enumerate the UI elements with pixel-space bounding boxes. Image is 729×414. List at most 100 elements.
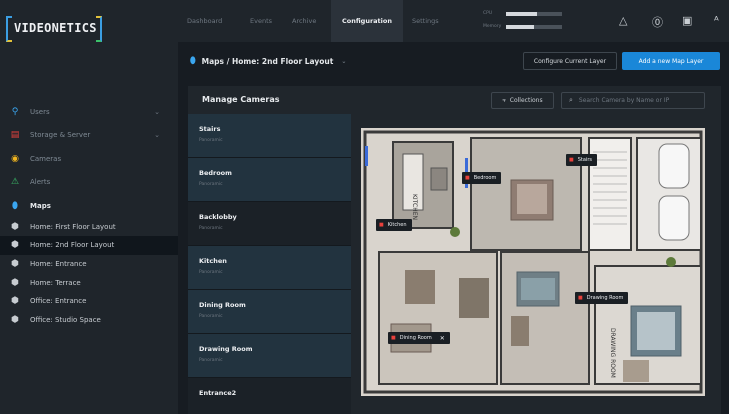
collections-label: Collections: [509, 97, 543, 104]
camera-list: Stairs Panoramic Bedroom Panoramic Backl…: [188, 114, 351, 414]
close-icon[interactable]: ✕: [440, 335, 445, 342]
app-window: VIDEONETICS ⚲ Users ⌄ ▤ Storage & Server…: [0, 0, 729, 414]
filter-icon: ⫧: [502, 96, 506, 104]
map-camera-tag-label: Dining Room: [399, 335, 432, 341]
add-map-layer-button[interactable]: Add a new Map Layer: [622, 52, 720, 70]
sidebar-item-label: Alerts: [30, 178, 51, 187]
top-navigation: Dashboard Events Archive Configuration S…: [178, 0, 729, 42]
manage-cameras-panel: Manage Cameras ⫧ Collections ⌕ Stairs Pa…: [188, 86, 721, 414]
camera-status: Panoramic: [199, 226, 223, 231]
camera-list-item[interactable]: Stairs Panoramic: [188, 114, 351, 158]
map-camera-tag-bedroom[interactable]: ■ Bedroom: [462, 172, 502, 184]
sidebar-item-users[interactable]: ⚲ Users ⌄: [0, 100, 178, 124]
map-pin-icon: ⬮: [12, 200, 18, 211]
map-camera-tag-label: Kitchen: [387, 222, 407, 228]
map-camera-tag-drawing-room[interactable]: ■ Drawing Room: [575, 292, 629, 304]
camera-status: Panoramic: [199, 182, 223, 187]
camera-name: Backlobby: [199, 213, 237, 221]
layers-icon: ⬢: [11, 221, 19, 232]
camera-status: Panoramic: [199, 314, 223, 319]
sidebar-layout-item[interactable]: ⬢ Home: Terrace: [0, 273, 178, 292]
map-camera-tag-label: Drawing Room: [586, 295, 624, 301]
sidebar-item-storage-server[interactable]: ▤ Storage & Server ⌄: [0, 124, 178, 148]
map-camera-tag-label: Stairs: [577, 157, 592, 163]
breadcrumb[interactable]: ⬮ Maps / Home: 2nd Floor Layout ⌄: [190, 56, 346, 66]
floor-plan-drawing: KITCHEN DRAWING ROOM: [361, 128, 705, 396]
collections-button[interactable]: ⫧ Collections: [491, 92, 554, 109]
map-camera-tag-label: Bedroom: [473, 175, 497, 181]
camera-list-item[interactable]: Drawing Room Panoramic: [188, 334, 351, 378]
bell-icon: ⚠: [10, 177, 20, 188]
tab-events[interactable]: Events: [250, 0, 272, 42]
sidebar-item-label: Home: First Floor Layout: [30, 222, 116, 231]
layers-icon: ⬢: [11, 240, 19, 251]
camera-list-item[interactable]: Bedroom Panoramic: [188, 158, 351, 202]
configure-layer-button[interactable]: Configure Current Layer: [523, 52, 617, 70]
sidebar-item-label: Cameras: [30, 154, 62, 163]
sidebar-item-maps[interactable]: ⬮ Maps: [0, 194, 178, 218]
map-camera-tag-dining-room[interactable]: ■ Dining Room ✕: [388, 332, 450, 344]
camera-marker-icon: ■: [465, 175, 470, 181]
camera-status: Panoramic: [199, 270, 223, 275]
chat-icon[interactable]: ▣: [682, 14, 692, 27]
warning-icon[interactable]: △: [619, 14, 627, 27]
camera-marker-icon: ■: [379, 222, 384, 228]
chevron-down-icon: ⌄: [154, 131, 160, 140]
user-icon[interactable]: ᴬ: [714, 14, 719, 27]
layers-icon: ⬢: [11, 258, 19, 269]
sidebar: VIDEONETICS ⚲ Users ⌄ ▤ Storage & Server…: [0, 0, 178, 414]
camera-name: Entrance2: [199, 389, 237, 397]
floor-plan-map[interactable]: KITCHEN DRAWING ROOM ■ Stairs ■ Bedroom …: [361, 128, 705, 396]
memory-usage-fill: [506, 25, 534, 29]
camera-list-item[interactable]: Dining Room Panoramic: [188, 290, 351, 334]
camera-name: Bedroom: [199, 169, 232, 177]
camera-list-item[interactable]: Entrance2: [188, 378, 351, 414]
camera-status: Panoramic: [199, 358, 223, 363]
layers-icon: ⬢: [11, 277, 19, 288]
server-icon: ▤: [10, 130, 20, 141]
camera-list-item[interactable]: Kitchen Panoramic: [188, 246, 351, 290]
help-icon[interactable]: ⓪: [652, 14, 663, 30]
sidebar-layout-item[interactable]: ⬢ Office: Entrance: [0, 292, 178, 311]
sidebar-layout-item-active[interactable]: ⬢ Home: 2nd Floor Layout: [0, 236, 178, 255]
sidebar-item-alerts[interactable]: ⚠ Alerts: [0, 171, 178, 195]
brand-logo[interactable]: VIDEONETICS: [6, 14, 102, 44]
sidebar-layout-item[interactable]: ⬢ Home: Entrance: [0, 255, 178, 274]
logo-bracket-left: [6, 16, 12, 42]
camera-name: Stairs: [199, 125, 221, 133]
sidebar-item-label: Office: Studio Space: [30, 315, 101, 324]
chevron-down-icon: ⌄: [154, 107, 160, 116]
sidebar-layout-item[interactable]: ⬢ Office: Studio Space: [0, 310, 178, 329]
breadcrumb-bar: ⬮ Maps / Home: 2nd Floor Layout ⌄ Config…: [178, 42, 729, 82]
tab-archive[interactable]: Archive: [292, 0, 316, 42]
panel-header: Manage Cameras ⫧ Collections ⌕: [188, 86, 721, 114]
sidebar-item-label: Maps: [30, 201, 51, 210]
camera-marker-icon: ■: [391, 335, 396, 341]
map-camera-tag-stairs[interactable]: ■ Stairs: [566, 154, 597, 166]
camera-name: Kitchen: [199, 257, 227, 265]
tab-configuration[interactable]: Configuration: [331, 0, 403, 42]
user-icon: ⚲: [11, 106, 19, 117]
memory-label: Memory: [483, 24, 502, 29]
map-camera-tag-kitchen[interactable]: ■ Kitchen: [376, 219, 412, 231]
tab-settings[interactable]: Settings: [412, 0, 439, 42]
camera-list-item[interactable]: Backlobby Panoramic: [188, 202, 351, 246]
panel-title: Manage Cameras: [202, 95, 280, 104]
camera-search-input[interactable]: [578, 97, 697, 104]
sidebar-item-cameras[interactable]: ◉ Cameras: [0, 147, 178, 171]
map-room-label-drawing-room: DRAWING ROOM: [609, 328, 616, 378]
sidebar-nav: ⚲ Users ⌄ ▤ Storage & Server ⌄ ◉ Cameras…: [0, 100, 178, 329]
cpu-usage-fill: [506, 12, 537, 16]
brand-name: VIDEONETICS: [14, 21, 97, 35]
breadcrumb-text: Maps / Home: 2nd Floor Layout: [201, 56, 334, 66]
sidebar-item-label: Home: Entrance: [30, 259, 87, 268]
camera-marker-icon: ■: [578, 295, 583, 301]
logo-bracket-right: [96, 16, 102, 42]
sidebar-layout-item[interactable]: ⬢ Home: First Floor Layout: [0, 218, 178, 237]
chevron-down-icon: ⌄: [341, 57, 347, 65]
tab-dashboard[interactable]: Dashboard: [187, 0, 222, 42]
sidebar-item-label: Home: 2nd Floor Layout: [30, 241, 115, 250]
camera-marker-icon: ■: [569, 157, 574, 163]
map-room-label-kitchen: KITCHEN: [411, 194, 418, 220]
search-icon: ⌕: [569, 96, 573, 104]
